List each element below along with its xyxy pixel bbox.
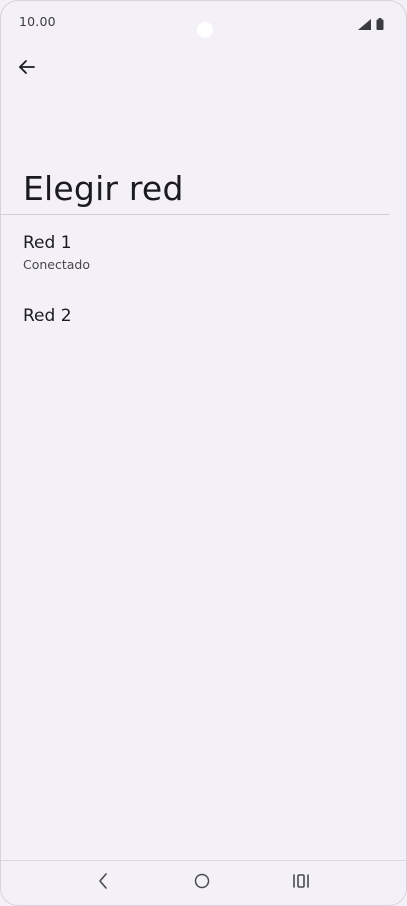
nav-home-button[interactable]: [187, 869, 217, 897]
navigation-bar: [1, 860, 406, 905]
arrow-left-icon: [18, 58, 36, 80]
camera-cutout: [197, 22, 213, 38]
network-name: Red 1: [23, 233, 72, 253]
battery-icon: [376, 15, 384, 34]
status-bar: 10.00: [1, 1, 406, 43]
nav-back-icon: [97, 873, 109, 893]
page-title: Elegir red: [23, 169, 184, 209]
network-list: Red 1 Conectado Red 2: [1, 215, 406, 363]
nav-recents-icon: [292, 873, 310, 893]
network-item-red-1[interactable]: Red 1 Conectado: [1, 215, 406, 289]
nav-home-icon: [194, 873, 210, 893]
network-item-red-2[interactable]: Red 2: [1, 289, 406, 363]
nav-back-button[interactable]: [88, 869, 118, 897]
network-status: Conectado: [23, 257, 91, 272]
cell-signal-icon: [358, 15, 371, 34]
status-icons: [358, 15, 384, 34]
nav-recents-button[interactable]: [286, 869, 316, 897]
phone-screen: 10.00 Elegir red Red 1 Conectado Red 2: [0, 0, 407, 906]
network-name: Red 2: [23, 306, 72, 326]
status-time: 10.00: [19, 14, 56, 29]
back-button[interactable]: [11, 53, 43, 85]
